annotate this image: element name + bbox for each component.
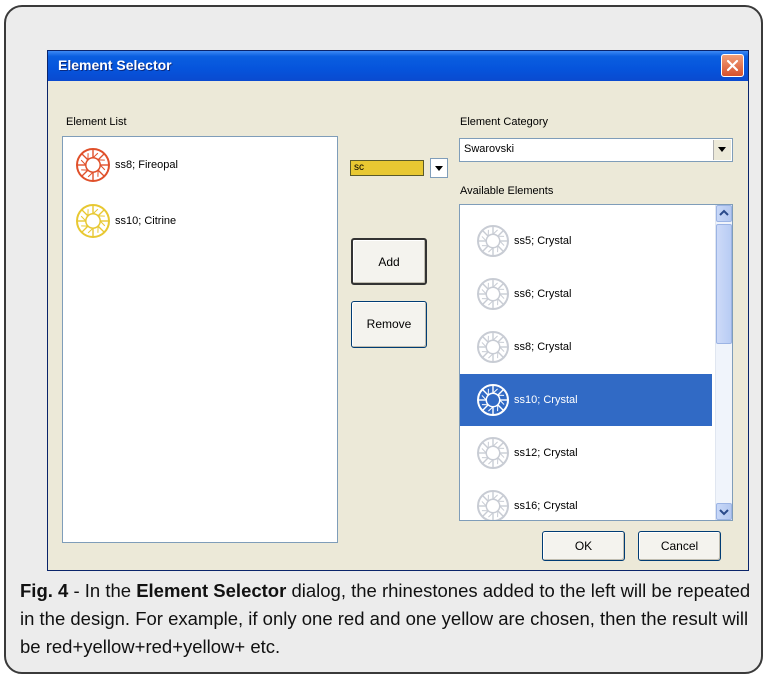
figure-caption: Fig. 4 - In the Element Selector dialog,… — [20, 577, 765, 661]
available-element-item[interactable]: ss10; Crystal — [460, 374, 712, 426]
element-list-item-label: ss8; Fireopal — [115, 159, 178, 171]
available-element-item[interactable]: ss8; Crystal — [460, 321, 712, 373]
element-category-select[interactable]: Swarovski — [459, 138, 733, 162]
crystal-icon — [476, 330, 510, 364]
available-element-label: ss10; Crystal — [514, 394, 578, 406]
element-list-label: Element List — [66, 116, 127, 128]
caption-fig-number: Fig. 4 — [20, 580, 69, 601]
caption-text-pre: - In the — [68, 580, 137, 601]
available-element-label: ss6; Crystal — [514, 288, 572, 300]
element-category-value: Swarovski — [464, 143, 515, 155]
figure-frame: Element Selector Element List ss8; Fireo… — [4, 5, 763, 674]
rhinestone-icon — [75, 147, 111, 183]
cancel-button[interactable]: Cancel — [638, 531, 721, 561]
element-list-item[interactable]: ss8; Fireopal — [75, 145, 178, 185]
available-element-label: ss5; Crystal — [514, 235, 572, 247]
close-icon — [726, 59, 739, 72]
chevron-down-icon — [718, 147, 726, 152]
close-button[interactable] — [721, 54, 744, 77]
element-category-label: Element Category — [460, 116, 549, 128]
ok-button[interactable]: OK — [542, 531, 625, 561]
scroll-thumb[interactable] — [716, 224, 732, 344]
rhinestone-icon — [75, 203, 111, 239]
add-button[interactable]: Add — [351, 238, 427, 285]
crystal-icon — [476, 489, 510, 520]
element-list-item[interactable]: ss10; Citrine — [75, 201, 176, 241]
color-dropdown-button[interactable] — [430, 158, 448, 178]
element-selector-dialog: Element Selector Element List ss8; Fireo… — [47, 50, 749, 571]
crystal-icon — [476, 224, 510, 258]
available-element-item[interactable]: ss16; Crystal — [460, 480, 712, 520]
available-element-item[interactable]: ss6; Crystal — [460, 268, 712, 320]
crystal-icon — [476, 383, 510, 417]
dialog-title: Element Selector — [58, 57, 172, 73]
scroll-down-button[interactable] — [716, 503, 732, 520]
remove-button[interactable]: Remove — [351, 301, 427, 348]
available-elements-label: Available Elements — [460, 185, 554, 197]
scroll-up-button[interactable] — [716, 205, 732, 222]
available-element-label: ss12; Crystal — [514, 447, 578, 459]
available-element-label: ss16; Crystal — [514, 500, 578, 512]
crystal-icon — [476, 436, 510, 470]
available-element-item[interactable]: ss5; Crystal — [460, 215, 712, 267]
chevron-down-icon — [435, 166, 443, 171]
crystal-icon — [476, 277, 510, 311]
available-element-item[interactable]: ss12; Crystal — [460, 427, 712, 479]
chevron-down-icon — [719, 509, 729, 516]
element-list-item-label: ss10; Citrine — [115, 215, 177, 227]
element-list-box[interactable]: ss8; Fireopal ss10; Citrine — [62, 136, 338, 543]
caption-dialog-name: Element Selector — [136, 580, 287, 601]
color-swatch[interactable]: sc — [350, 160, 424, 176]
category-dropdown-button[interactable] — [713, 140, 731, 160]
available-elements-list[interactable]: ss5; Crystal ss6; Crystal ss8; Crystal s… — [459, 204, 733, 521]
color-selector[interactable]: sc — [350, 157, 448, 179]
chevron-up-icon — [719, 209, 729, 216]
vertical-scrollbar[interactable] — [715, 205, 732, 520]
available-element-label: ss8; Crystal — [514, 341, 572, 353]
title-bar[interactable]: Element Selector — [48, 51, 748, 81]
